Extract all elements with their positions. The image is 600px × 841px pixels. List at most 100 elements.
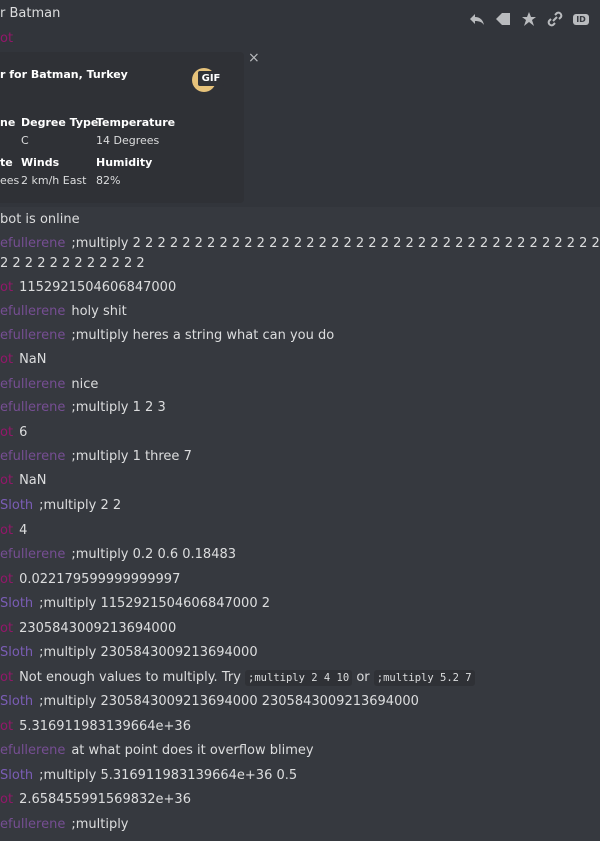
channel-title: r Batman xyxy=(0,6,61,21)
message-text: ;multiply 1152921504606847000 2 xyxy=(39,596,271,611)
message-row: efullerene ;multiply 1 2 3 xyxy=(0,396,166,420)
message-text: ;multiply 1 three 7 xyxy=(71,449,192,464)
message-row: ot 5.316911983139664e+36 xyxy=(0,715,191,739)
message-toolbar: ID xyxy=(464,6,594,32)
message-author[interactable]: ot xyxy=(0,352,13,367)
pin-button[interactable] xyxy=(516,6,542,32)
message-author[interactable]: efullerene xyxy=(0,377,65,392)
embed-field-value: 2 km/h East xyxy=(21,174,87,187)
reply-icon xyxy=(470,14,484,25)
message-author[interactable]: ot xyxy=(0,670,13,685)
embed-field-value: C xyxy=(21,134,29,147)
message-list: r Batman ID ot r for Batman, Turkey GIF … xyxy=(0,0,600,841)
message-row: Sloth ;multiply 1152921504606847000 2 xyxy=(0,592,270,616)
message-row: ot 0.022179599999999997 xyxy=(0,568,180,592)
message-row: ot 4 xyxy=(0,519,27,543)
gif-badge: GIF xyxy=(198,71,224,86)
message-text: ;multiply 2 2 2 2 2 2 2 2 2 2 2 2 2 2 2 … xyxy=(71,236,600,251)
message-row: ot NaN xyxy=(0,348,46,372)
message-row: efullerene ;multiply heres a string what … xyxy=(0,324,334,348)
message-author[interactable]: ot xyxy=(0,523,13,538)
message-row: Sloth ;multiply 2 2 xyxy=(0,494,121,518)
copy-id-button[interactable]: ID xyxy=(568,6,594,32)
message-row: efullerene ;multiply 0.2 0.6 0.18483 xyxy=(0,543,236,567)
embed-field-name: Humidity xyxy=(96,156,153,169)
message-text: 2 2 2 2 2 2 2 2 2 2 2 2 xyxy=(0,256,145,271)
message-text: ;multiply 1 2 3 xyxy=(71,400,166,415)
message-author[interactable]: Sloth xyxy=(0,694,33,709)
message-row: efullerene ;multiply 1 three 7 xyxy=(0,445,192,469)
message-author[interactable]: ot xyxy=(0,280,13,295)
message-row: Sloth ;multiply 2305843009213694000 xyxy=(0,641,258,665)
message-row: efullerene ;multiply xyxy=(0,813,129,837)
message-text: at what point does it overflow blimey xyxy=(71,743,314,758)
embed-field-name: Degree Type xyxy=(21,116,99,129)
message-text: ;multiply 0.2 0.6 0.18483 xyxy=(71,547,237,562)
message-row: Sloth ;multiply 2305843009213694000 23058… xyxy=(0,690,419,714)
embed-field-name: Temperature xyxy=(96,116,176,129)
message-author[interactable]: ot xyxy=(0,572,13,587)
message-text: ;multiply 2 2 xyxy=(39,498,122,513)
message-author[interactable]: ot xyxy=(0,425,13,440)
message-author[interactable]: efullerene xyxy=(0,400,65,415)
pin-icon xyxy=(522,12,536,26)
gif-thumbnail[interactable]: GIF xyxy=(192,68,226,98)
message-text: ;multiply 5.316911983139664e+36 0.5 xyxy=(39,768,298,783)
inline-code: ;multiply 5.2 7 xyxy=(373,670,475,686)
message-row: efullerene holy shit xyxy=(0,300,127,324)
embed-field-value: ees xyxy=(0,174,20,187)
message-author[interactable]: efullerene xyxy=(0,328,65,343)
message-text: or xyxy=(356,670,370,685)
message-author[interactable]: efullerene xyxy=(0,817,65,832)
message-row: ot 2.658455991569832e+36 xyxy=(0,788,191,812)
message-author[interactable]: Sloth xyxy=(0,645,33,660)
message-text: 6 xyxy=(19,425,28,440)
message-author[interactable]: efullerene xyxy=(0,304,65,319)
message-row: ot 2305843009213694000 xyxy=(0,617,176,641)
embed-field-value: 82% xyxy=(96,174,121,187)
message-text: 2305843009213694000 xyxy=(19,621,177,636)
weather-embed: r for Batman, Turkey GIF ne Degree Type … xyxy=(0,52,244,203)
message-author[interactable]: ot xyxy=(0,719,13,734)
message-text: NaN xyxy=(19,352,47,367)
message-row: ot 6 xyxy=(0,421,27,445)
message-author[interactable]: efullerene xyxy=(0,236,65,251)
message-text: holy shit xyxy=(71,304,127,319)
link-icon xyxy=(547,11,563,27)
message-author[interactable]: efullerene xyxy=(0,743,65,758)
message-text: ;multiply 2305843009213694000 xyxy=(39,645,258,660)
message-text: ;multiply heres a string what can you do xyxy=(71,328,335,343)
message-text: Not enough values to multiply. Try xyxy=(19,670,241,685)
embed-title: r for Batman, Turkey xyxy=(0,68,128,81)
message-row: efullerene at what point does it overflow… xyxy=(0,739,314,763)
message-author[interactable]: ot xyxy=(0,31,13,46)
react-icon xyxy=(496,13,510,25)
message-author[interactable]: efullerene xyxy=(0,449,65,464)
message-text: 0.022179599999999997 xyxy=(19,572,181,587)
message-row: efullerene nice xyxy=(0,373,98,397)
message-text: 2.658455991569832e+36 xyxy=(19,792,191,807)
message-text: 1152921504606847000 xyxy=(19,280,177,295)
id-icon: ID xyxy=(573,13,589,25)
message-author[interactable]: ot xyxy=(0,473,13,488)
react-button[interactable] xyxy=(490,6,516,32)
message-text: 4 xyxy=(19,523,28,538)
message-row: 2 2 2 2 2 2 2 2 2 2 2 2 xyxy=(0,252,145,276)
message-author[interactable]: ot xyxy=(0,621,13,636)
message-row: Sloth ;multiply 5.316911983139664e+36 0.5 xyxy=(0,764,297,788)
message-text: bot is online xyxy=(0,212,80,227)
copy-link-button[interactable] xyxy=(542,6,568,32)
message-text: 5.316911983139664e+36 xyxy=(19,719,191,734)
embed-field-name: te xyxy=(0,156,13,169)
message-author[interactable]: efullerene xyxy=(0,547,65,562)
reply-button[interactable] xyxy=(464,6,490,32)
close-icon[interactable]: × xyxy=(248,50,260,66)
message-author[interactable]: ot xyxy=(0,792,13,807)
message-text: ;multiply xyxy=(71,817,129,832)
message-author[interactable]: Sloth xyxy=(0,498,33,513)
message-author[interactable]: Sloth xyxy=(0,768,33,783)
embed-field-name: ne xyxy=(0,116,16,129)
message-author[interactable]: Sloth xyxy=(0,596,33,611)
embed-field-name: Winds xyxy=(21,156,60,169)
message-text: ;multiply 2305843009213694000 2305843009… xyxy=(39,694,419,709)
